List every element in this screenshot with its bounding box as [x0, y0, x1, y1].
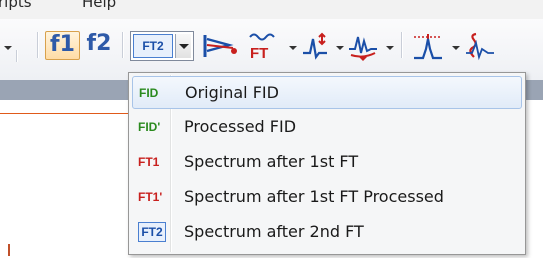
menu-item-original-fid[interactable]: FID Original FID: [132, 76, 522, 109]
chevron-down-icon[interactable]: [452, 46, 460, 50]
menu-item-label: Processed FID: [184, 117, 297, 136]
toolbar-separator: [122, 32, 124, 58]
menu-item-label: Original FID: [185, 83, 279, 102]
spectrum-trace: [0, 113, 130, 114]
peak-picking-icon[interactable]: [411, 31, 445, 61]
data-type-selector[interactable]: FT2: [130, 31, 194, 61]
svg-text:FT: FT: [250, 45, 268, 61]
toolbar-separator: [16, 50, 18, 62]
f2-dimension-button[interactable]: f2: [82, 31, 116, 60]
baseline-correction-icon[interactable]: [347, 31, 379, 61]
content-marker: [8, 244, 10, 256]
menu-item-spectrum-1st-ft-processed[interactable]: FT1' Spectrum after 1st FT Processed: [132, 181, 522, 214]
menu-item-processed-fid[interactable]: FID' Processed FID: [132, 111, 522, 144]
data-type-dropdown-menu: FID Original FID FID' Processed FID FT1 …: [128, 72, 526, 255]
toolbar-overflow-arrow-icon[interactable]: [4, 46, 12, 50]
plot-fid-icon[interactable]: [203, 31, 243, 61]
fourier-transform-icon[interactable]: FT: [246, 31, 278, 61]
ft2-selected-icon: FT2: [133, 34, 173, 58]
menu-item-label: Spectrum after 1st FT: [184, 152, 359, 171]
menu-bar: ripts Help: [0, 0, 543, 19]
fid-processed-icon: FID': [138, 120, 161, 134]
chevron-down-icon[interactable]: [175, 34, 191, 58]
menu-help[interactable]: Help: [82, 0, 116, 11]
f1-dimension-button[interactable]: f1: [45, 31, 80, 60]
chevron-down-icon[interactable]: [289, 46, 297, 50]
chevron-down-icon[interactable]: [336, 46, 344, 50]
toolbar-separator: [37, 32, 39, 58]
ft1-processed-icon: FT1': [138, 190, 163, 204]
menu-item-spectrum-2nd-ft[interactable]: FT2 Spectrum after 2nd FT: [132, 216, 522, 249]
menu-item-label: Spectrum after 1st FT Processed: [184, 187, 444, 206]
menu-item-label: Spectrum after 2nd FT: [184, 222, 364, 241]
fid-icon: FID: [139, 86, 159, 100]
menu-item-spectrum-1st-ft[interactable]: FT1 Spectrum after 1st FT: [132, 146, 522, 179]
phase-correction-icon[interactable]: [300, 31, 330, 61]
menu-scripts[interactable]: ripts: [0, 0, 32, 11]
ft1-icon: FT1: [138, 155, 160, 169]
toolbar-separator: [401, 32, 403, 58]
chevron-down-icon[interactable]: [386, 46, 394, 50]
integration-icon[interactable]: [464, 31, 494, 61]
ft2-icon: FT2: [138, 222, 166, 242]
